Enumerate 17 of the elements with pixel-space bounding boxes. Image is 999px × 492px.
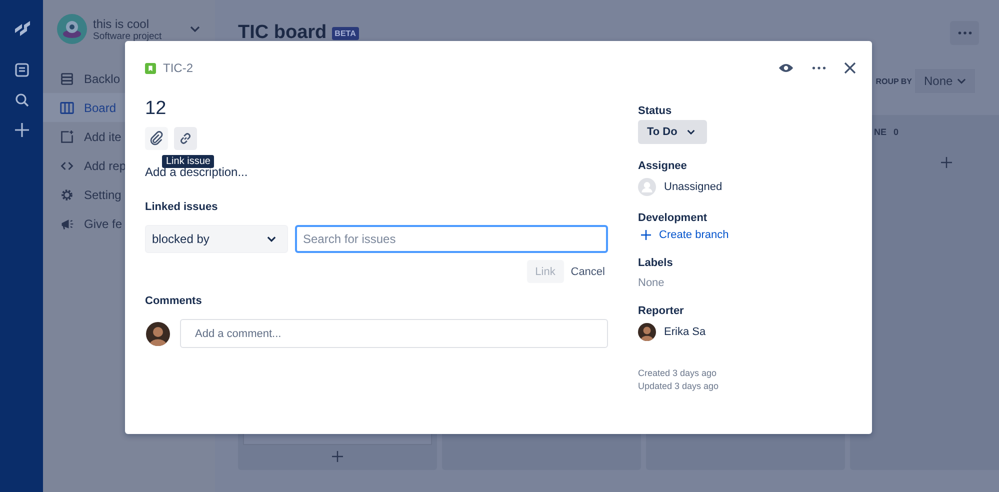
field-label: Reporter (638, 305, 684, 317)
group-by-label: ROUP BY (876, 76, 912, 86)
field-label: Labels (638, 257, 673, 269)
field-label: Assignee (638, 160, 687, 172)
column-title: NE (874, 127, 887, 137)
project-type: Software project (93, 30, 162, 42)
field-label: Status (638, 105, 672, 117)
section-heading: Comments (145, 295, 203, 307)
beta-badge: BETA (332, 26, 359, 40)
project-name: this is cool (93, 16, 150, 30)
section-heading: Linked issues (145, 201, 219, 213)
field-label: Development (638, 212, 708, 224)
issue-count: 0 (894, 127, 899, 137)
created-date: Created 3 days ago (638, 368, 717, 378)
updated-date: Updated 3 days ago (638, 381, 719, 391)
tooltip: Link issue (162, 155, 214, 168)
board-title: TIC board (238, 22, 327, 44)
